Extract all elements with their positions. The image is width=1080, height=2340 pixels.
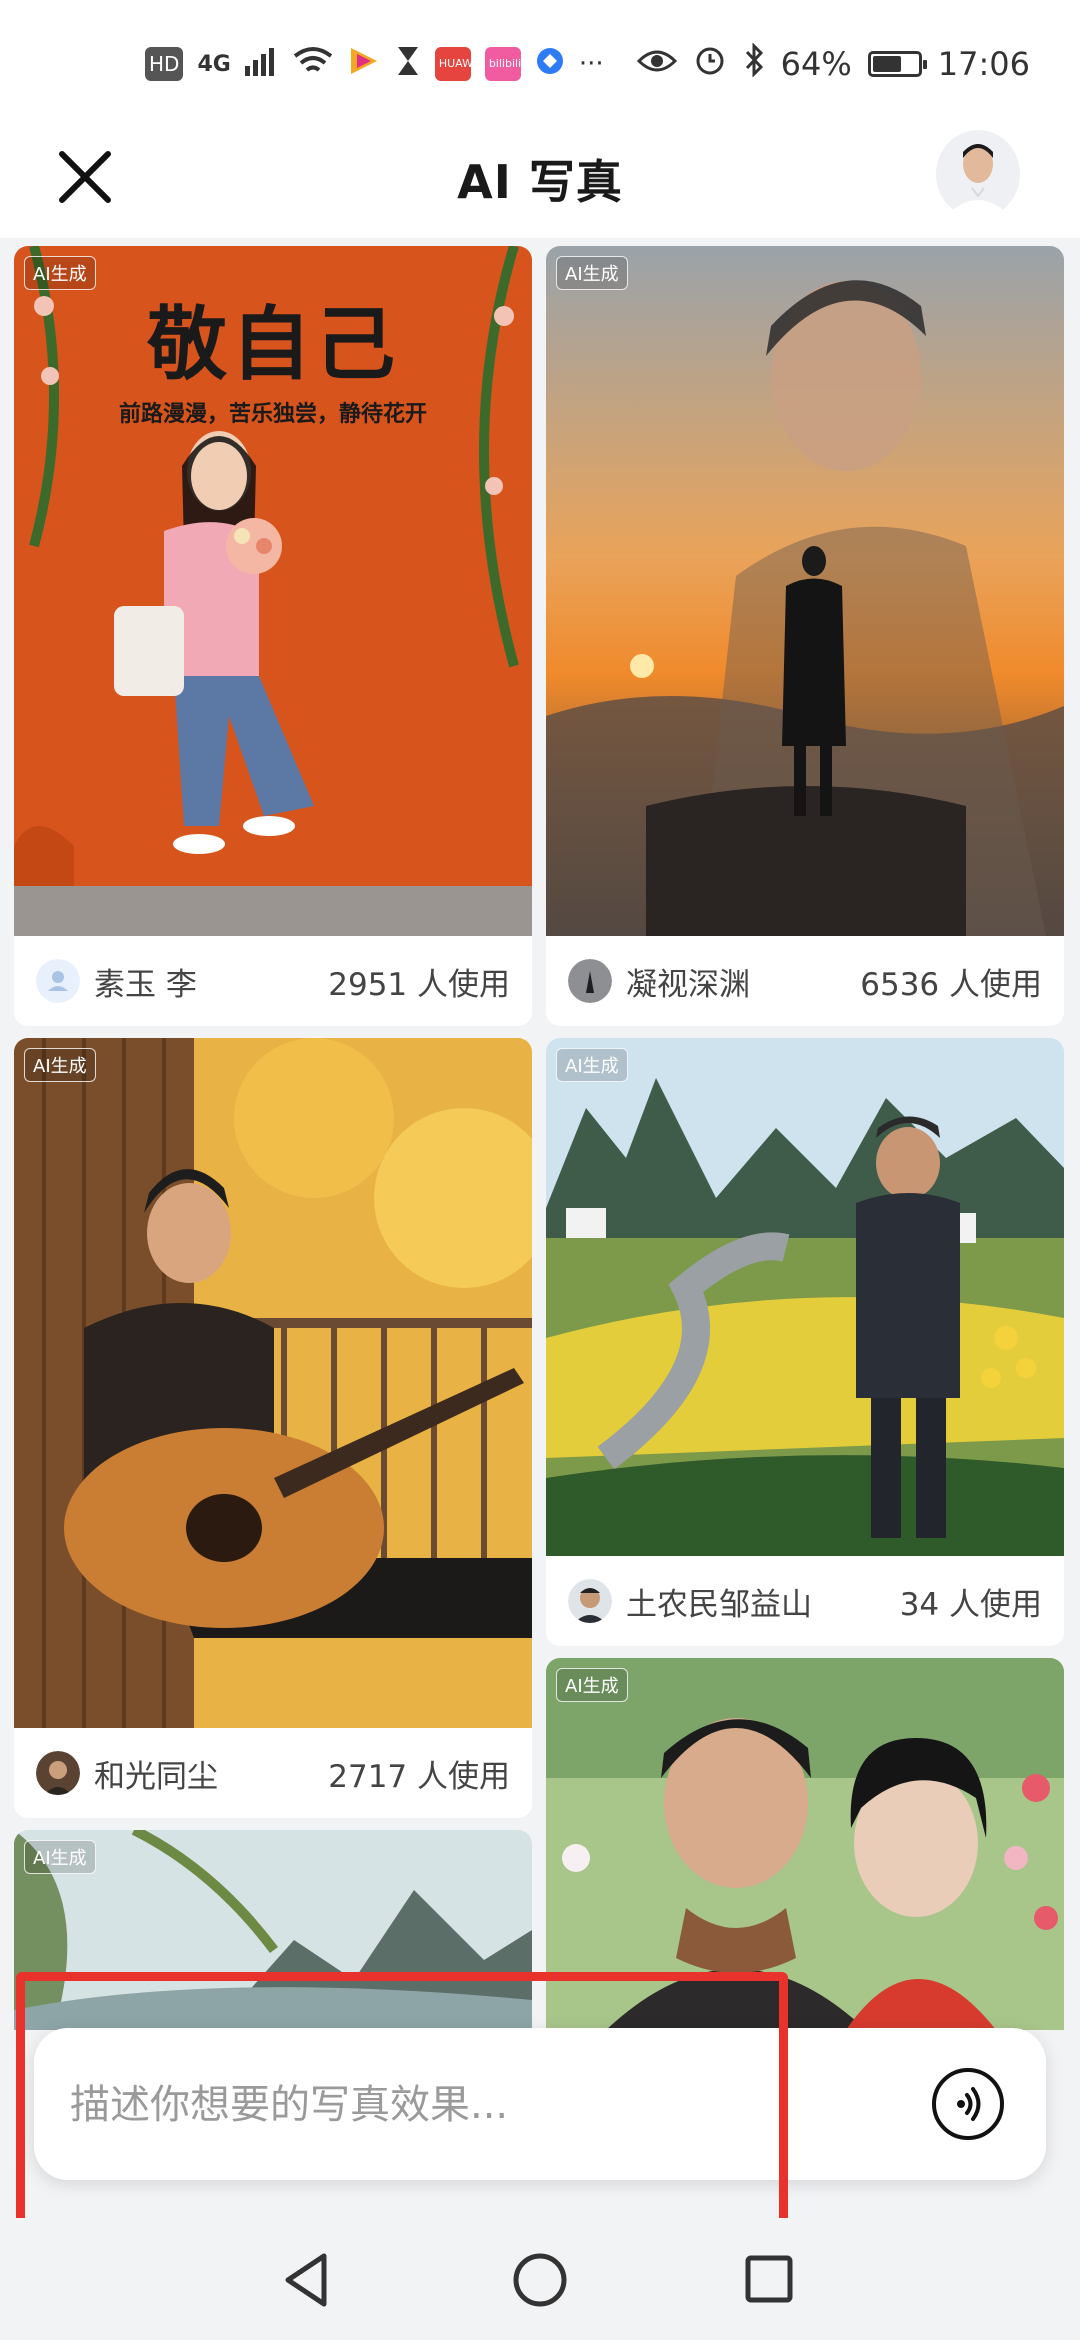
author-name: 土农民邹益山 — [626, 1586, 812, 1623]
highlight-annotation — [16, 1972, 788, 2228]
card-image: AI生成 敬自己 前路漫漫，苦乐独尝，静待花开 — [14, 246, 532, 936]
browser-app-icon — [535, 46, 565, 83]
user-avatar[interactable] — [936, 130, 1020, 218]
author-avatar — [36, 1751, 80, 1795]
author-name: 凝视深渊 — [626, 966, 750, 1003]
battery-level — [872, 56, 901, 72]
system-nav-bar — [0, 2218, 1080, 2340]
recents-nav-icon[interactable] — [728, 2240, 808, 2320]
photo-card[interactable]: AI生成 和光同尘 2717 人使用 — [14, 1038, 532, 1818]
video-app-icon — [347, 44, 381, 85]
ai-generated-badge: AI生成 — [556, 1048, 628, 1082]
hourglass-icon — [395, 45, 421, 84]
photo-card[interactable]: AI生成 凝视深渊 6536 人使用 — [546, 246, 1064, 1026]
card-footer: 土农民邹益山 34 人使用 — [546, 1556, 1064, 1646]
author-avatar — [568, 959, 612, 1003]
ai-generated-badge: AI生成 — [556, 256, 628, 290]
card-footer: 和光同尘 2717 人使用 — [14, 1728, 532, 1818]
home-nav-icon[interactable] — [500, 2240, 580, 2320]
clock-time: 17:06 — [937, 45, 1030, 83]
signal-icon — [244, 46, 279, 83]
voice-input-icon[interactable] — [932, 2068, 1004, 2140]
top-bar: AI 写真 — [0, 128, 1080, 238]
ai-generated-badge: AI生成 — [24, 1048, 96, 1082]
back-nav-icon[interactable] — [268, 2240, 348, 2320]
battery-percent: 64% — [780, 45, 852, 83]
status-bar: HD 4G HUAWEI bilibili ··· 64% 17:06 — [0, 0, 1080, 128]
card-image: AI生成 — [14, 1038, 532, 1728]
alarm-icon — [693, 43, 727, 85]
card-image: AI生成 — [546, 1038, 1064, 1556]
more-notifications-icon: ··· — [578, 49, 604, 79]
page-title: AI 写真 — [457, 155, 623, 209]
card-image: AI生成 — [546, 246, 1064, 936]
huawei-app-icon: HUAWEI — [434, 47, 483, 81]
battery-icon — [867, 51, 927, 77]
eye-comfort-icon — [636, 45, 677, 83]
ai-generated-badge: AI生成 — [24, 1840, 96, 1874]
author-avatar — [568, 1579, 612, 1623]
network-label: 4G — [197, 51, 231, 77]
author-name: 和光同尘 — [94, 1758, 218, 1795]
poster-title: 敬自己 — [147, 297, 399, 391]
status-left-icons: HD 4G HUAWEI bilibili ··· — [145, 44, 604, 84]
status-right-icons: 64% 17:06 — [636, 42, 1030, 85]
poster-subtitle: 前路漫漫，苦乐独尝，静待花开 — [118, 401, 427, 427]
author-avatar — [36, 959, 80, 1003]
usage-count: 2717 人使用 — [328, 1758, 510, 1795]
ai-generated-badge: AI生成 — [556, 1668, 628, 1702]
usage-count: 2951 人使用 — [328, 966, 510, 1003]
wifi-icon — [293, 46, 333, 83]
bluetooth-icon — [743, 42, 765, 85]
card-footer: 凝视深渊 6536 人使用 — [546, 936, 1064, 1026]
author-name: 素玉 李 — [94, 966, 197, 1003]
photo-card[interactable]: AI生成 敬自己 前路漫漫，苦乐独尝，静待花开 素玉 李 2951 人使用 — [14, 246, 532, 1026]
photo-card[interactable]: AI生成 土农民邹益山 34 人使用 — [546, 1038, 1064, 1646]
usage-count: 6536 人使用 — [860, 966, 1042, 1003]
usage-count: 34 人使用 — [899, 1586, 1042, 1623]
card-footer: 素玉 李 2951 人使用 — [14, 936, 532, 1026]
hd-icon: HD — [145, 47, 184, 81]
bilibili-app-icon: bilibili — [484, 47, 521, 81]
